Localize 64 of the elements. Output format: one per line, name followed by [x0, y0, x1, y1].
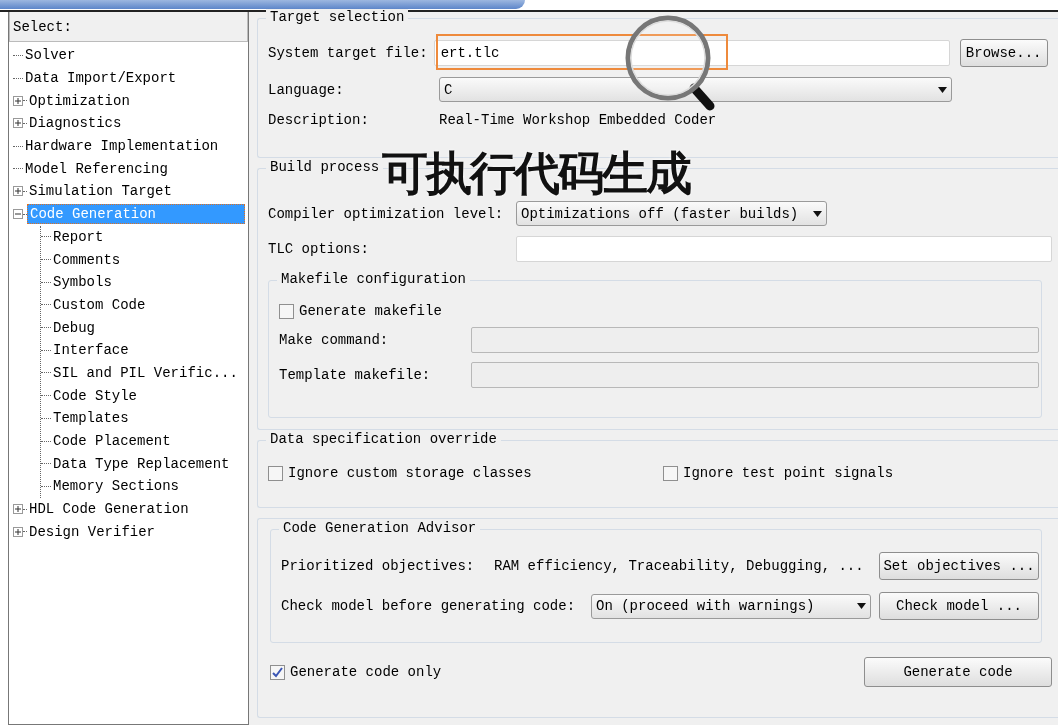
tree-item[interactable]: Simulation Target — [27, 182, 174, 201]
group-title: Makefile configuration — [277, 271, 470, 287]
checkbox-label: Generate code only — [290, 664, 442, 680]
description-text: Real-Time Workshop Embedded Coder — [439, 112, 717, 128]
tree-item[interactable]: HDL Code Generation — [27, 500, 191, 519]
tree-item[interactable]: Diagnostics — [27, 114, 124, 133]
checkbox[interactable] — [268, 465, 283, 481]
field-label: Template makefile: — [279, 367, 432, 383]
checkbox-label: Generate makefile — [299, 303, 442, 319]
overlay-caption: 可执行代码生成 — [382, 150, 690, 196]
expand-icon[interactable] — [13, 95, 23, 106]
tree-item[interactable]: Custom Code — [51, 295, 148, 314]
tree-item[interactable]: Memory Sections — [51, 477, 182, 496]
generate-code-button[interactable]: Generate code — [864, 657, 1052, 687]
tree-item[interactable]: Templates — [51, 409, 131, 428]
field-label: Make command: — [279, 332, 390, 348]
checkbox-label: Ignore test point signals — [683, 465, 894, 481]
tree-item[interactable]: Solver — [23, 46, 78, 65]
tree-item[interactable]: SIL and PIL Verific... — [51, 363, 240, 382]
check-model-dropdown[interactable]: On (proceed with warnings) — [591, 593, 871, 619]
tree-item[interactable]: Optimization — [27, 91, 132, 110]
field-label: Language: — [268, 81, 345, 98]
tree-item[interactable]: Debug — [51, 318, 97, 337]
tree-item[interactable]: Model Referencing — [23, 159, 170, 178]
field-label: Prioritized objectives: — [281, 558, 476, 574]
objectives-text: RAM efficiency, Traceability, Debugging, ... — [494, 558, 865, 574]
tree-item[interactable]: Hardware Implementation — [23, 137, 221, 156]
tree-item[interactable]: Code Placement — [51, 432, 173, 451]
input-field[interactable] — [516, 236, 1052, 262]
tree-item[interactable]: Data Import/Export — [23, 69, 179, 88]
browse-button[interactable]: Browse... — [959, 39, 1048, 67]
checkbox[interactable] — [663, 465, 678, 481]
collapse-icon[interactable] — [13, 209, 23, 220]
checkbox[interactable] — [279, 303, 294, 319]
expand-icon[interactable] — [13, 186, 23, 197]
tree-header: Select: — [9, 12, 248, 42]
group-title: Target selection — [266, 9, 409, 25]
check-model-button[interactable]: Check model ... — [879, 592, 1039, 620]
optimization-dropdown[interactable]: Optimizations off (faster builds) — [516, 201, 827, 226]
tree-item[interactable]: Code Style — [51, 386, 139, 405]
caret-icon — [813, 210, 822, 217]
tree-item[interactable]: Interface — [51, 341, 131, 360]
tree-item[interactable]: Comments — [51, 250, 123, 269]
tree-item[interactable]: Symbols — [51, 273, 114, 292]
checkbox[interactable] — [270, 664, 285, 680]
checkbox-label: Ignore custom storage classes — [288, 465, 532, 481]
expand-icon[interactable] — [13, 118, 23, 129]
set-objectives-button[interactable]: Set objectives ... — [879, 552, 1039, 580]
field-label: Description: — [268, 112, 370, 128]
input-field[interactable]: ert.tlc — [433, 40, 950, 66]
tree-item[interactable]: Report — [51, 227, 106, 246]
expand-icon[interactable] — [13, 504, 23, 515]
group-title: Data specification override — [266, 431, 501, 447]
language-dropdown[interactable]: C — [439, 77, 952, 102]
caret-icon — [857, 603, 866, 609]
expand-icon[interactable] — [13, 526, 23, 537]
caret-icon — [938, 86, 947, 93]
tree-item[interactable]: Design Verifier — [27, 522, 158, 541]
field-label: Check model before generating code: — [281, 598, 577, 614]
field-label: TLC options: — [268, 241, 370, 257]
field-label: Compiler optimization level: — [268, 205, 505, 222]
field-label: System target file: — [268, 45, 428, 61]
tree-item[interactable]: Data Type Replacement — [51, 454, 232, 473]
group-title: Build process — [266, 159, 384, 175]
